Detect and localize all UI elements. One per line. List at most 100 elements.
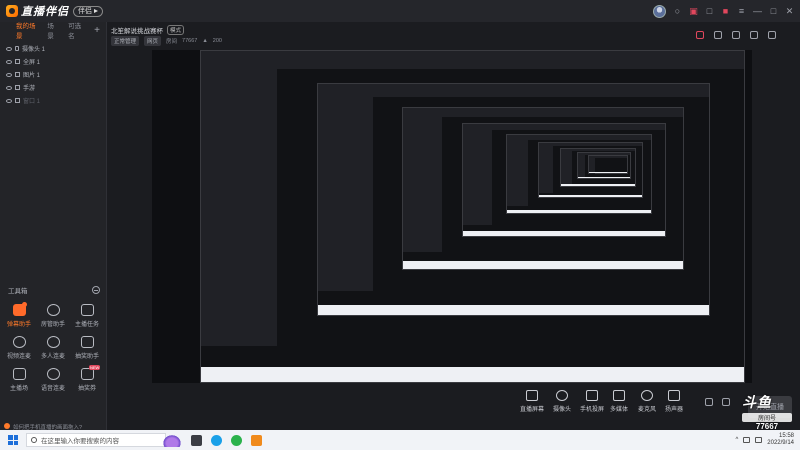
record-icon[interactable] xyxy=(705,398,713,406)
tool-anchor-task[interactable]: 主播任务 xyxy=(70,304,104,328)
tray-arrow-icon[interactable]: ^ xyxy=(735,437,738,443)
windows-start-icon[interactable] xyxy=(8,435,18,445)
media-button[interactable]: 多媒体 xyxy=(604,390,634,413)
volume-icon[interactable] xyxy=(755,437,763,443)
search-icon xyxy=(31,437,37,443)
clock[interactable]: 15:58 2022/9/14 xyxy=(767,433,794,447)
room-title-row: 北笙解说挑战赛杯 模式 xyxy=(111,25,185,35)
edge-icon[interactable] xyxy=(211,434,222,446)
tab-scene[interactable]: 场景 xyxy=(47,20,58,40)
nested-preview-frame xyxy=(588,154,628,174)
tool-anchor-field[interactable]: 主播场 xyxy=(2,368,36,392)
tool-multi-link[interactable]: 多人连麦 xyxy=(36,336,70,360)
toolbox-grid: 弹幕助手 房管助手 主播任务 视频连麦 多人连麦 抽奖助手 主播场 语音连麦 N… xyxy=(2,302,105,392)
tab-my-scene[interactable]: 我的场景 xyxy=(16,20,37,40)
tool-danmu-assistant[interactable]: 弹幕助手 xyxy=(2,302,36,328)
tool-video-link[interactable]: 视频连麦 xyxy=(2,336,36,360)
toolbox-title: 工具箱 xyxy=(8,288,28,295)
main-area: 北笙解说挑战赛杯 模式 正常管理 网页 房间 77667 ▲ 200 直播屏幕 … xyxy=(107,22,800,430)
share-icon[interactable] xyxy=(768,31,776,39)
window-icon[interactable] xyxy=(732,31,740,39)
layer-label: 窗口 1 xyxy=(23,99,41,105)
network-icon[interactable] xyxy=(743,437,751,443)
headset-icon[interactable]: ○ xyxy=(673,6,682,16)
tool-label: 抽奖券 xyxy=(77,386,96,392)
monitor-icon xyxy=(526,390,538,401)
notification-icon[interactable]: ■ xyxy=(721,6,730,16)
watermark-room-caption: 房间号 xyxy=(742,413,792,422)
layer-item[interactable]: 窗口 1 xyxy=(0,94,106,107)
close-icon[interactable]: ✕ xyxy=(785,6,794,16)
picture-icon xyxy=(12,368,26,380)
info-icon xyxy=(4,423,10,429)
action-label: 手机投屏 xyxy=(579,407,604,413)
add-scene-icon[interactable]: + xyxy=(94,25,100,36)
version-pill[interactable]: 伴侣 xyxy=(73,5,103,17)
tool-lottery-assistant[interactable]: 抽奖助手 xyxy=(70,336,104,360)
web-chip[interactable]: 网页 xyxy=(144,36,162,46)
logo-icon xyxy=(6,5,18,17)
category-chip[interactable]: 正常管理 xyxy=(111,36,140,46)
layer-label: 全屏 1 xyxy=(23,60,41,66)
user-avatar[interactable] xyxy=(653,4,666,18)
heat-value: 200 xyxy=(212,38,222,44)
main-toolbar xyxy=(696,31,776,39)
menu-icon[interactable]: ≡ xyxy=(737,6,746,16)
layer-item[interactable]: 摄像头 1 xyxy=(0,42,106,55)
gift-icon[interactable]: ▣ xyxy=(689,6,698,16)
windows-taskbar: 在这里输入你要搜索的内容 ^ 15:58 2022/9/14 xyxy=(0,430,800,450)
room-title[interactable]: 北笙解说挑战赛杯 xyxy=(111,25,163,35)
speaker-icon xyxy=(668,390,680,401)
speaker-button[interactable]: 扬声器 xyxy=(659,390,689,413)
room-tag[interactable]: 模式 xyxy=(167,25,185,35)
phone-cast-button[interactable]: 手机投屏 xyxy=(577,390,607,413)
minimize-icon[interactable]: — xyxy=(753,6,762,16)
eye-icon[interactable] xyxy=(6,72,12,77)
tool-label: 主播场 xyxy=(9,386,28,392)
tool-label: 语音连麦 xyxy=(40,386,65,392)
layer-item[interactable]: 手游 xyxy=(0,81,106,94)
lock-icon[interactable] xyxy=(714,31,722,39)
room-info: 正常管理 网页 房间 77667 ▲ 200 xyxy=(111,36,222,46)
titlebar-controls: ○ ▣ □ ■ ≡ — □ ✕ xyxy=(653,0,794,22)
eye-icon[interactable] xyxy=(6,46,12,51)
eye-icon[interactable] xyxy=(6,59,12,64)
mail-icon[interactable]: □ xyxy=(705,6,714,16)
room-label: 房间 xyxy=(166,39,178,45)
version-label: 伴侣 xyxy=(78,8,92,15)
clock-date: 2022/9/14 xyxy=(767,440,794,446)
screen-capture-button[interactable]: 直播屏幕 xyxy=(517,390,547,413)
live-companion-icon[interactable] xyxy=(251,434,262,446)
wechat-icon[interactable] xyxy=(231,434,242,446)
maximize-icon[interactable]: □ xyxy=(769,6,778,16)
media-icon xyxy=(613,390,625,401)
camera-button[interactable]: 摄像头 xyxy=(547,390,577,413)
action-label: 麦克风 xyxy=(637,407,656,413)
eye-icon[interactable] xyxy=(6,85,12,90)
phone-icon xyxy=(15,85,20,90)
live-preview[interactable] xyxy=(152,50,752,383)
layer-item[interactable]: 全屏 1 xyxy=(0,55,106,68)
settings-icon[interactable] xyxy=(722,398,730,406)
home-icon[interactable] xyxy=(750,31,758,39)
taskbar-search[interactable]: 在这里输入你要搜索的内容 xyxy=(26,433,166,447)
tool-label: 多人连麦 xyxy=(40,354,65,360)
lock-icon[interactable] xyxy=(15,46,19,51)
microphone-button[interactable]: 麦克风 xyxy=(632,390,662,413)
clipboard-icon xyxy=(80,304,94,316)
collapse-icon[interactable] xyxy=(92,286,100,294)
tool-voice-link[interactable]: 语音连麦 xyxy=(36,368,70,392)
action-label: 扬声器 xyxy=(664,407,683,413)
layer-label: 摄像头 1 xyxy=(22,47,46,53)
douyu-watermark: 斗鱼 房间号 77667 xyxy=(742,392,792,431)
system-tray: ^ 15:58 2022/9/14 xyxy=(735,433,794,447)
scene-tabs: 我的场景 场景 可选名 + xyxy=(0,20,106,40)
badge-dot xyxy=(22,302,27,307)
tool-room-manager[interactable]: 房管助手 xyxy=(36,304,70,328)
layer-item[interactable]: 图片 1 xyxy=(0,68,106,81)
tab-optional[interactable]: 可选名 xyxy=(68,20,84,40)
tool-lottery-ticket[interactable]: NEW 抽奖券 xyxy=(70,365,104,392)
task-view-icon[interactable] xyxy=(191,434,202,446)
layout-icon[interactable] xyxy=(696,31,704,39)
eye-off-icon[interactable] xyxy=(6,98,12,103)
